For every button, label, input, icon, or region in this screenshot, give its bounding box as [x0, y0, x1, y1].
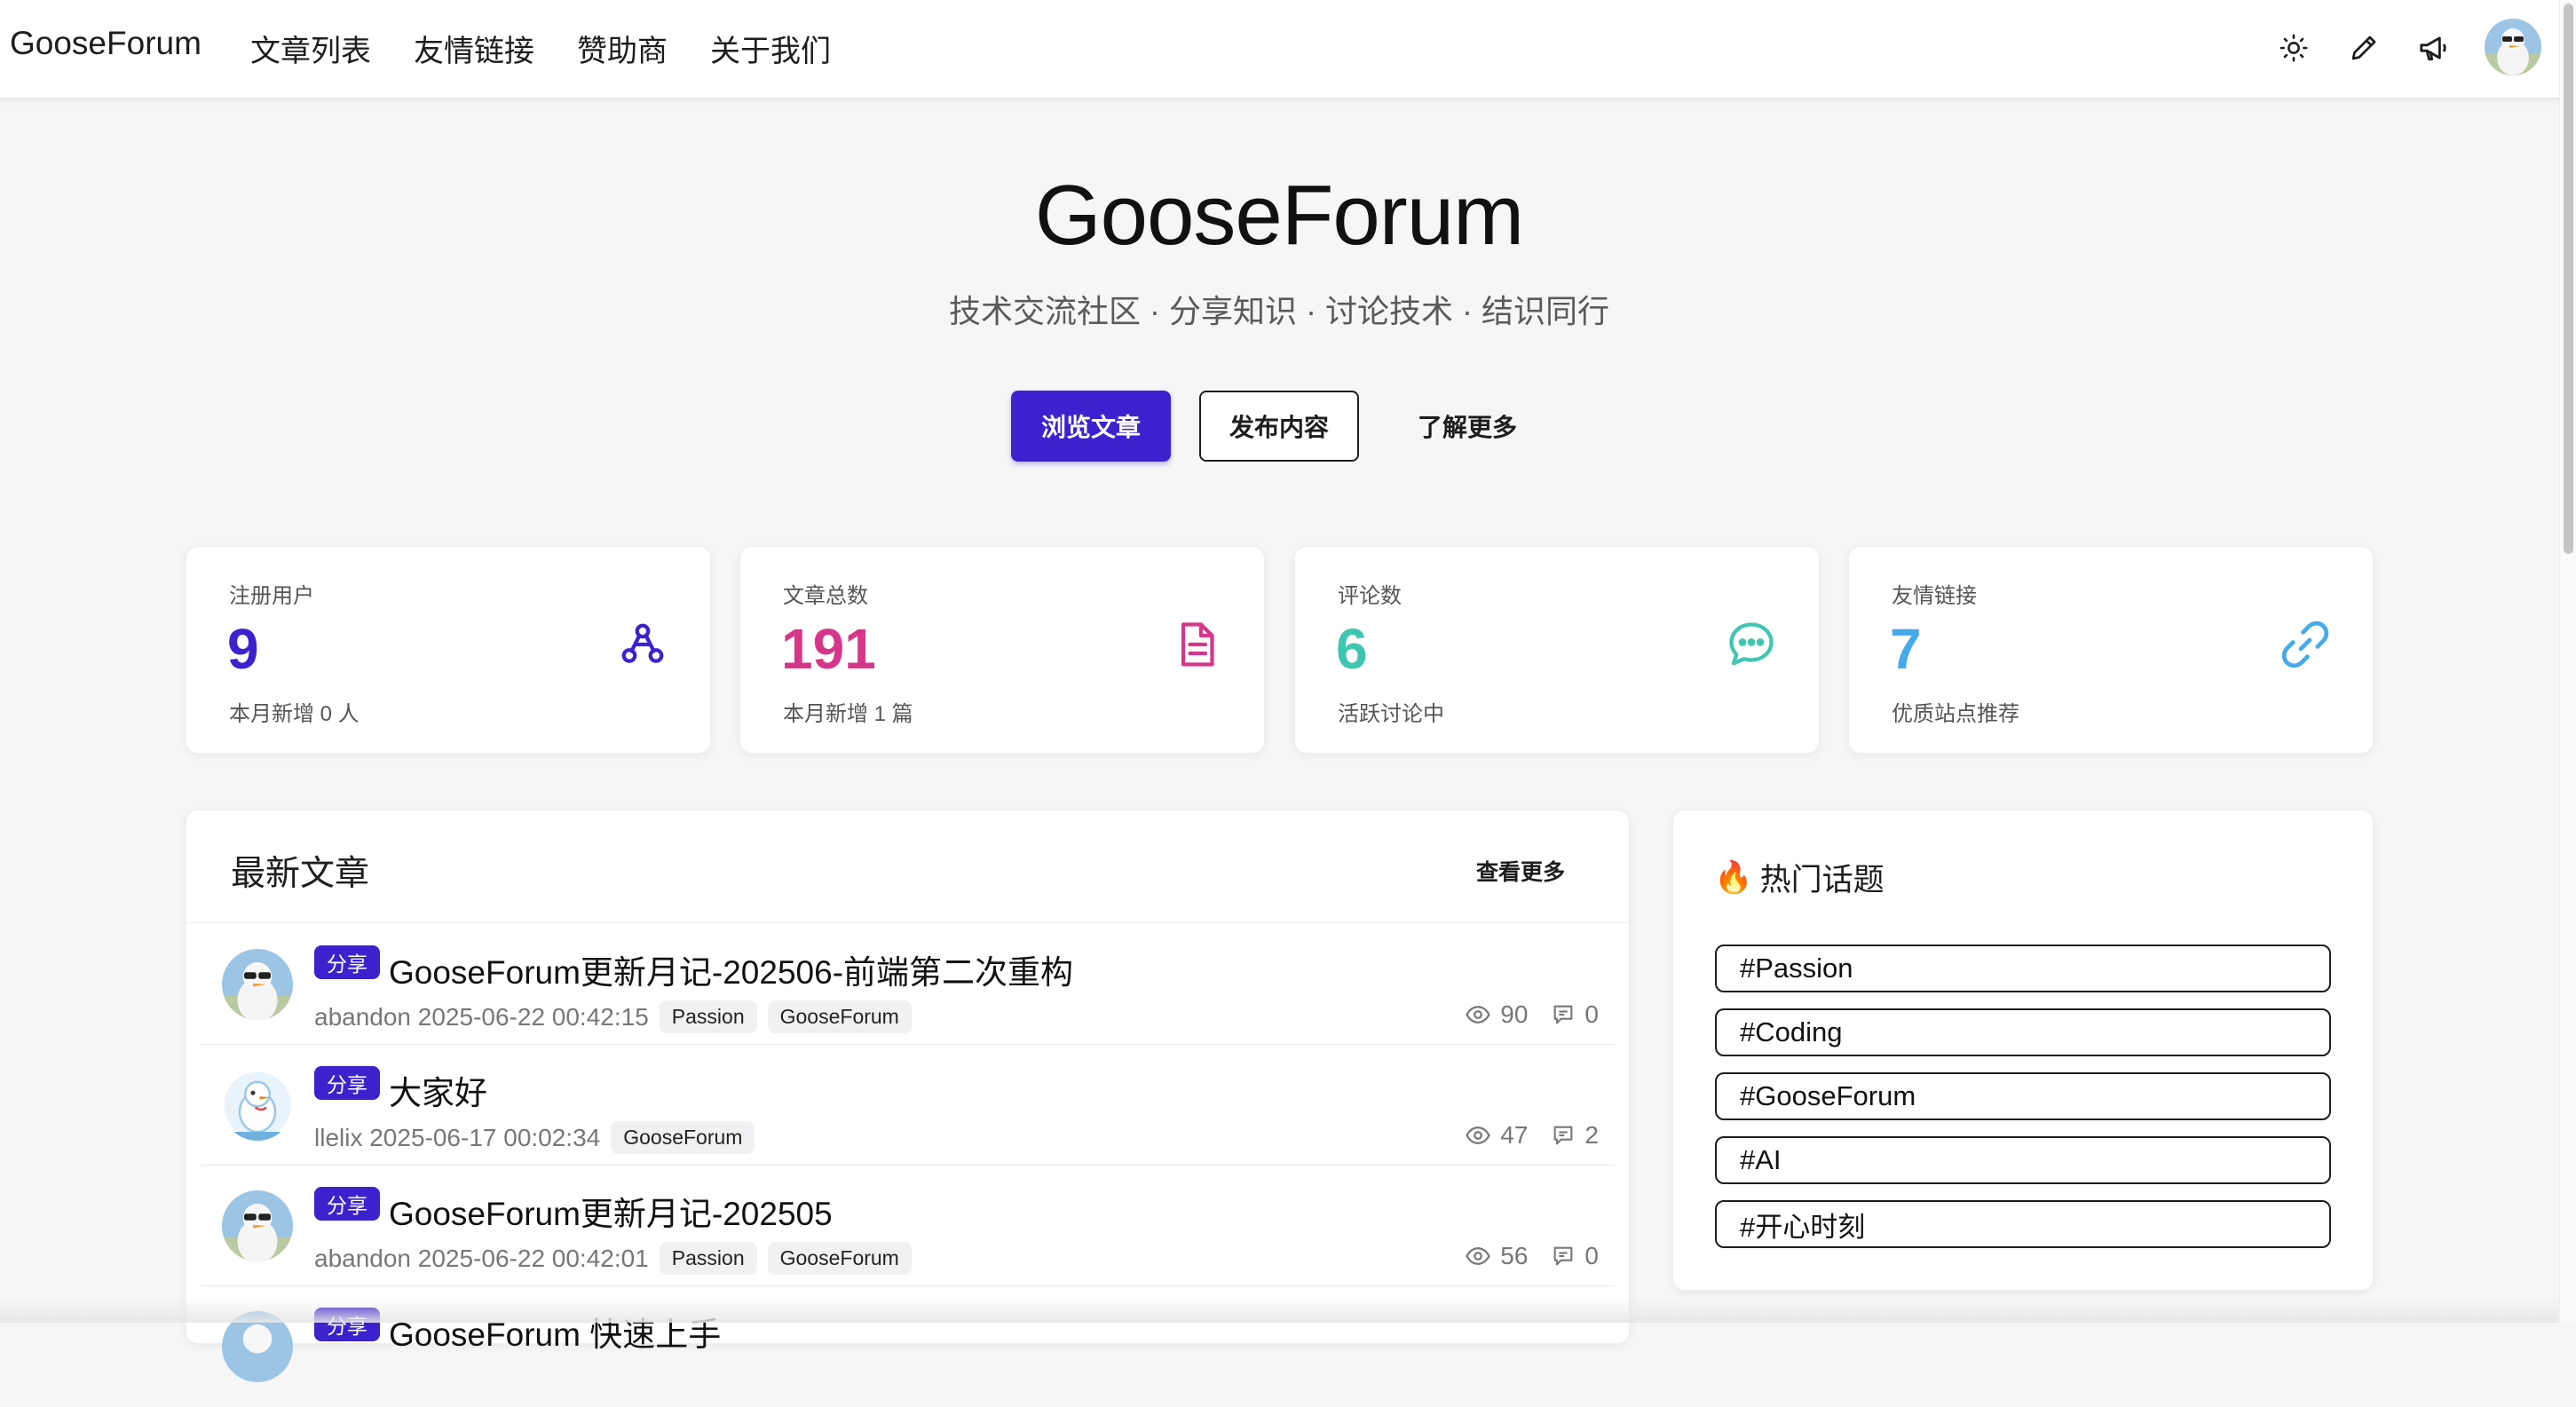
view-count: 90 [1500, 1000, 1529, 1028]
megaphone-icon[interactable] [2414, 28, 2454, 67]
stat-desc: 优质站点推荐 [1892, 702, 2019, 726]
topic-gooseforum[interactable]: #GooseForum [1715, 1072, 2331, 1120]
page-scrollbar[interactable] [2559, 0, 2576, 1323]
topic-ai[interactable]: #AI [1715, 1136, 2331, 1184]
category-tag[interactable]: 分享 [314, 1187, 380, 1221]
eye-icon [1466, 1006, 1491, 1024]
nav-links: 文章列表 友情链接 赞助商 关于我们 [250, 27, 831, 70]
stat-value: 9 [227, 617, 259, 681]
topics-heading-text: 热门话题 [1759, 863, 1885, 897]
comment-count: 0 [1584, 1000, 1599, 1028]
browse-articles-button[interactable]: 浏览文章 [1011, 391, 1171, 462]
chat-icon [1725, 618, 1778, 671]
stat-desc: 本月新增 0 人 [229, 702, 360, 726]
article-meta: abandon 2025-06-22 00:42:01 Passion Goos… [314, 1242, 912, 1275]
nav-link-about[interactable]: 关于我们 [710, 27, 831, 70]
nav-link-friends[interactable]: 友情链接 [414, 27, 534, 70]
nav-link-articles[interactable]: 文章列表 [250, 27, 371, 70]
stat-card-links: 友情链接 7 优质站点推荐 [1848, 546, 2374, 754]
learn-more-button[interactable]: 了解更多 [1387, 391, 1547, 462]
comment-icon [1554, 1126, 1573, 1145]
author-avatar[interactable] [222, 1190, 293, 1261]
category-tag[interactable]: 分享 [314, 1066, 380, 1100]
divider [186, 922, 1629, 923]
hero-subtitle: 技术交流社区 · 分享知识 · 讨论技术 · 结识同行 [949, 293, 1609, 329]
publish-content-button[interactable]: 发布内容 [1199, 391, 1359, 462]
latest-articles-panel: 最新文章 查看更多 分享 GooseForum更新月记-202506-前端第二次… [186, 810, 1630, 1382]
fire-icon: 🔥 [1714, 860, 1753, 895]
label-chip[interactable]: Passion [659, 1242, 757, 1275]
view-count: 56 [1500, 1242, 1529, 1269]
article-title[interactable]: GooseForum更新月记-202506-前端第二次重构 [389, 945, 1073, 993]
eye-icon [1466, 1126, 1491, 1144]
topic-coding[interactable]: #Coding [1715, 1008, 2331, 1056]
scrollbar-thumb[interactable] [2564, 4, 2573, 554]
stat-label: 评论数 [1338, 584, 1402, 608]
hero-title: GooseForum [1034, 168, 1524, 263]
stat-card-users: 注册用户 9 本月新增 0 人 [186, 546, 711, 754]
eye-icon [1466, 1247, 1491, 1265]
author-time: abandon 2025-06-22 00:42:01 [314, 1244, 649, 1272]
stat-desc: 活跃讨论中 [1338, 702, 1444, 726]
article-meta: llelix 2025-06-17 00:02:34 GooseForum [314, 1121, 755, 1154]
stat-value: 7 [1890, 617, 1922, 681]
stat-card-articles: 文章总数 191 本月新增 1 篇 [739, 546, 1265, 754]
user-avatar[interactable] [2485, 19, 2541, 75]
topic-happy-moments[interactable]: #开心时刻 [1715, 1200, 2331, 1248]
article-meta: abandon 2025-06-22 00:42:15 Passion Goos… [314, 1000, 912, 1033]
label-chip[interactable]: GooseForum [611, 1121, 755, 1154]
topics-heading: 🔥 热门话题 [1714, 855, 1885, 900]
category-tag[interactable]: 分享 [314, 945, 380, 979]
author-time: llelix 2025-06-17 00:02:34 [314, 1123, 601, 1151]
stat-value: 191 [781, 617, 876, 681]
comment-icon [1554, 1246, 1573, 1266]
hot-topics-panel: 🔥 热门话题 #Passion #Coding #GooseForum #AI … [1672, 810, 2374, 1291]
users-icon [616, 618, 669, 671]
link-icon [2279, 618, 2332, 671]
brand-logo[interactable]: GooseForum [10, 25, 201, 62]
stat-desc: 本月新增 1 篇 [783, 702, 913, 726]
view-more-link[interactable]: 查看更多 [1476, 855, 1565, 887]
comment-count: 2 [1584, 1121, 1599, 1149]
pencil-icon[interactable] [2344, 28, 2383, 67]
document-icon [1170, 618, 1223, 671]
label-chip[interactable]: Passion [659, 1000, 757, 1033]
top-navbar: GooseForum 文章列表 友情链接 赞助商 关于我们 [0, 0, 2576, 99]
article-row[interactable]: 分享 大家好 llelix 2025-06-17 00:02:34 GooseF… [201, 1045, 1615, 1166]
article-stats: 90 0 [1465, 1000, 1599, 1029]
article-row[interactable]: 分享 GooseForum更新月记-202506-前端第二次重构 abandon… [201, 924, 1615, 1045]
article-stats: 47 2 [1465, 1121, 1599, 1150]
stat-value: 6 [1336, 617, 1368, 681]
stat-label: 注册用户 [229, 584, 314, 608]
author-avatar[interactable] [222, 1070, 293, 1141]
author-time: abandon 2025-06-22 00:42:15 [314, 1002, 649, 1031]
article-stats: 56 0 [1465, 1242, 1599, 1270]
article-row[interactable]: 分享 GooseForum更新月记-202505 abandon 2025-06… [201, 1166, 1615, 1286]
topic-passion[interactable]: #Passion [1715, 945, 2331, 992]
view-count: 47 [1500, 1121, 1529, 1149]
articles-heading: 最新文章 [231, 855, 370, 893]
author-avatar[interactable] [222, 949, 293, 1020]
article-title[interactable]: GooseForum更新月记-202505 [389, 1187, 833, 1235]
nav-link-sponsors[interactable]: 赞助商 [577, 27, 668, 70]
stat-card-comments: 评论数 6 活跃讨论中 [1294, 546, 1820, 754]
bottom-fade [0, 1298, 2558, 1323]
label-chip[interactable]: GooseForum [767, 1000, 912, 1033]
comment-count: 0 [1584, 1242, 1599, 1269]
stat-label: 文章总数 [783, 584, 868, 608]
comment-icon [1554, 1005, 1573, 1024]
label-chip[interactable]: GooseForum [767, 1242, 912, 1275]
stat-label: 友情链接 [1892, 584, 1977, 608]
article-title[interactable]: 大家好 [389, 1066, 487, 1114]
sun-icon[interactable] [2274, 28, 2313, 67]
